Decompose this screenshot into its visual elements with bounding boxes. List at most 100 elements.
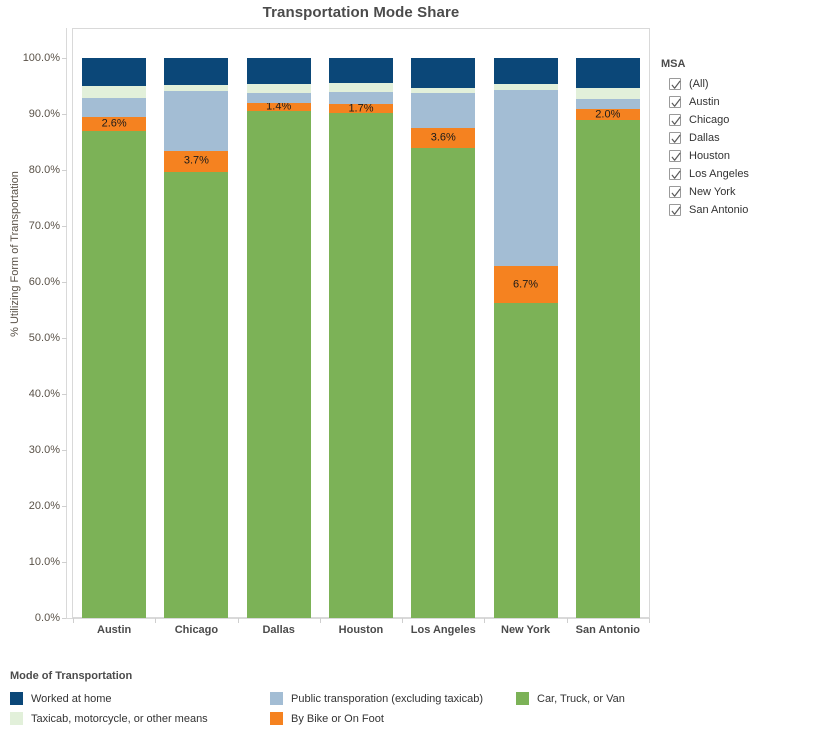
legend-color-swatch [270, 692, 283, 705]
bar-segment[interactable] [82, 86, 147, 98]
mode-of-transportation-legend: Mode of Transportation Worked at home Pub… [0, 662, 822, 736]
bar-segment[interactable] [164, 171, 229, 618]
checkbox-checked-icon[interactable] [669, 150, 681, 162]
bar-segment[interactable] [82, 58, 147, 86]
y-axis-tick-mark [62, 506, 67, 507]
bar-segment[interactable] [411, 93, 476, 128]
bar-group: 3.6% [402, 29, 484, 618]
bar-segment[interactable] [82, 131, 147, 618]
x-axis-tick-label: Chicago [174, 624, 219, 636]
msa-filter-item[interactable]: Dallas [660, 129, 818, 147]
bar-segment[interactable] [246, 83, 311, 93]
bar-segment[interactable] [411, 128, 476, 149]
y-axis-line [66, 28, 67, 618]
bar-segment[interactable] [246, 58, 311, 84]
x-axis-tick-mark [155, 618, 156, 623]
checkbox-checked-icon[interactable] [669, 204, 681, 216]
legend-color-swatch [516, 692, 529, 705]
bar-segment[interactable] [493, 90, 558, 266]
bar-segment[interactable] [493, 265, 558, 304]
y-axis-tick-label: 100.0% [22, 52, 60, 64]
msa-filter-item-label: San Antonio [689, 204, 749, 216]
msa-filter-item[interactable]: Austin [660, 93, 818, 111]
bar-segment[interactable] [575, 58, 640, 88]
bar-segment[interactable] [328, 58, 393, 84]
msa-filter-item[interactable]: Houston [660, 147, 818, 165]
bar-segment[interactable] [493, 83, 558, 91]
y-axis-tick-mark [62, 58, 67, 59]
bar-segment[interactable] [164, 84, 229, 92]
msa-filter-item-label: Los Angeles [689, 168, 749, 180]
legend-item[interactable]: Car, Truck, or Van [516, 692, 625, 705]
bar-segment[interactable] [493, 58, 558, 84]
bars-area: 2.6% 3.7% 1.4% 1.7% 3.6% 6.7% 2.0% [73, 29, 649, 618]
bar-segment[interactable] [411, 88, 476, 94]
bar-segment[interactable] [328, 113, 393, 618]
bar-segment[interactable] [246, 102, 311, 111]
bar-group: 1.7% [320, 29, 402, 618]
bar-segment[interactable] [411, 148, 476, 618]
bar-segment[interactable] [164, 58, 229, 85]
bar-group: 1.4% [238, 29, 320, 618]
msa-filter-item[interactable]: San Antonio [660, 201, 818, 219]
legend-color-swatch [270, 712, 283, 725]
stacked-bar[interactable]: 2.0% [575, 29, 640, 618]
x-axis-tick-mark [320, 618, 321, 623]
stacked-bar[interactable]: 3.6% [411, 29, 476, 618]
bar-group: 3.7% [155, 29, 237, 618]
bar-segment[interactable] [246, 92, 311, 103]
x-axis-tick-mark [649, 618, 650, 623]
y-axis-tick-label: 50.0% [28, 332, 60, 344]
checkbox-checked-icon[interactable] [669, 114, 681, 126]
y-axis-tick-label: 10.0% [28, 556, 60, 568]
stacked-bar[interactable]: 6.7% [493, 29, 558, 618]
bar-segment[interactable] [328, 83, 393, 93]
y-axis-tick-mark [62, 562, 67, 563]
msa-filter-item-label: New York [689, 186, 736, 198]
msa-filter-item[interactable]: Chicago [660, 111, 818, 129]
bar-segment[interactable] [328, 103, 393, 114]
msa-filter-item-label: (All) [689, 78, 709, 90]
bar-segment[interactable] [493, 303, 558, 618]
legend-item-label: By Bike or On Foot [291, 712, 384, 725]
legend-item[interactable]: Worked at home [10, 692, 112, 705]
checkbox-checked-icon[interactable] [669, 186, 681, 198]
msa-filter-list: (All) Austin Chicago Dallas Houston Los Angel… [660, 75, 818, 219]
legend-item[interactable]: Taxicab, motorcycle, or other means [10, 712, 208, 725]
y-axis-tick-mark [62, 226, 67, 227]
msa-filter-item-label: Chicago [689, 114, 730, 126]
bar-segment[interactable] [328, 92, 393, 104]
y-axis-tick-mark [62, 450, 67, 451]
legend-item[interactable]: Public transporation (excluding taxicab) [270, 692, 483, 705]
bar-segment[interactable] [575, 87, 640, 99]
stacked-bar[interactable]: 1.4% [246, 29, 311, 618]
bar-segment[interactable] [246, 110, 311, 618]
y-axis-tick-label: 90.0% [28, 108, 60, 120]
stacked-bar[interactable]: 1.7% [328, 29, 393, 618]
stacked-bar[interactable]: 3.7% [164, 29, 229, 618]
msa-filter-item[interactable]: New York [660, 183, 818, 201]
bar-segment[interactable] [575, 98, 640, 109]
msa-filter-item-label: Austin [689, 96, 720, 108]
legend-item-label: Taxicab, motorcycle, or other means [31, 712, 208, 725]
bar-segment[interactable] [575, 120, 640, 618]
checkbox-checked-icon[interactable] [669, 168, 681, 180]
bar-segment[interactable] [411, 58, 476, 89]
stacked-bar[interactable]: 2.6% [82, 29, 147, 618]
bar-segment[interactable] [164, 91, 229, 151]
x-axis-tick-label: San Antonio [575, 624, 641, 636]
msa-filter-item[interactable]: (All) [660, 75, 818, 93]
checkbox-checked-icon[interactable] [669, 78, 681, 90]
x-axis-tick-label: Dallas [262, 624, 295, 636]
bar-segment[interactable] [164, 150, 229, 172]
legend-item[interactable]: By Bike or On Foot [270, 712, 384, 725]
checkbox-checked-icon[interactable] [669, 96, 681, 108]
bar-segment[interactable] [82, 97, 147, 117]
checkbox-checked-icon[interactable] [669, 132, 681, 144]
msa-filter-card: MSA (All) Austin Chicago Dallas Houston Los A… [660, 58, 818, 219]
y-axis-tick-label: 40.0% [28, 388, 60, 400]
msa-filter-item[interactable]: Los Angeles [660, 165, 818, 183]
bar-segment[interactable] [575, 108, 640, 121]
y-axis-tick-mark [62, 114, 67, 115]
bar-segment[interactable] [82, 116, 147, 132]
